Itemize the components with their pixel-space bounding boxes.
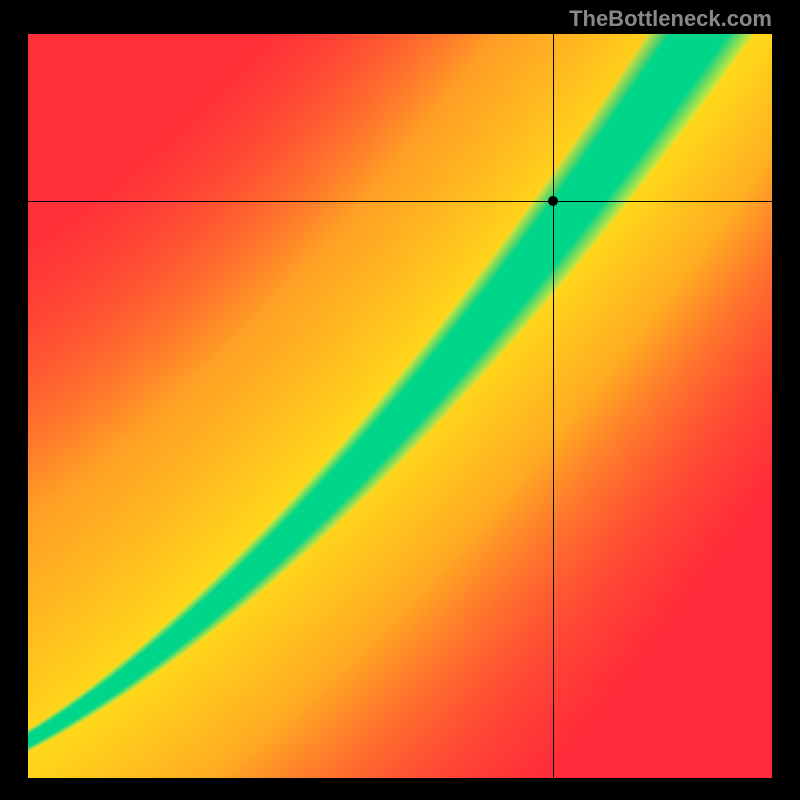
watermark-text: TheBottleneck.com <box>569 6 772 32</box>
data-point-marker <box>548 196 558 206</box>
crosshair-vertical <box>553 34 554 778</box>
chart-container: TheBottleneck.com <box>0 0 800 800</box>
heatmap-canvas <box>28 34 772 778</box>
plot-area <box>28 34 772 778</box>
crosshair-horizontal <box>28 201 772 202</box>
